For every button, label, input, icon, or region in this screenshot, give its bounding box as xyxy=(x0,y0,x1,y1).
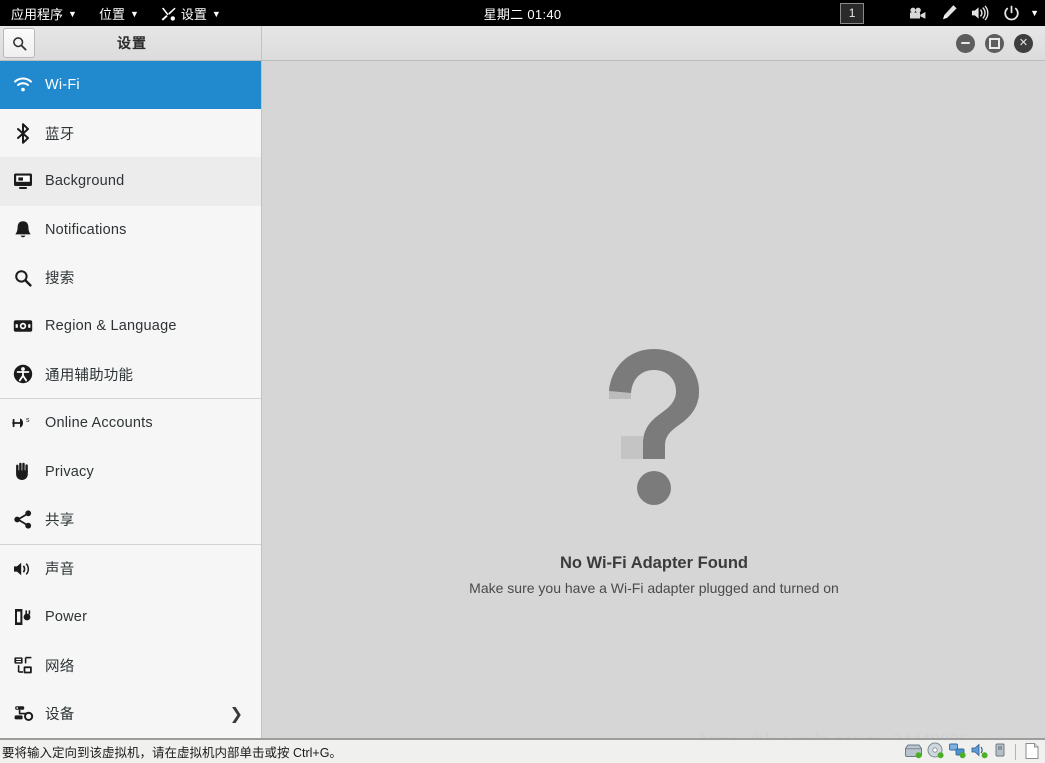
power-plug-icon xyxy=(10,606,36,628)
sidebar-item-power[interactable]: Power xyxy=(0,593,261,641)
network-icon[interactable] xyxy=(948,742,967,762)
places-menu[interactable]: 位置 ▼ xyxy=(88,0,150,26)
minimize-button[interactable] xyxy=(956,33,975,53)
sidebar-item-search[interactable]: 搜索 xyxy=(0,254,261,302)
sidebar-item-bluetooth[interactable]: 蓝牙 xyxy=(0,109,261,157)
sidebar-item-label: Power xyxy=(45,609,88,626)
chevron-right-icon: ❯ xyxy=(229,705,243,723)
empty-state-subtitle: Make sure you have a Wi-Fi adapter plugg… xyxy=(469,580,839,596)
power-icon[interactable] xyxy=(1002,4,1020,22)
empty-state: No Wi-Fi Adapter Found Make sure you hav… xyxy=(263,341,1045,596)
sidebar-item-notifications[interactable]: Notifications xyxy=(0,206,261,254)
applications-menu-label: 应用程序 xyxy=(11,6,64,22)
gnome-top-panel: 应用程序 ▼ 位置 ▼ 设置 ▼ 星期二 01:40 1 ▼ xyxy=(0,0,1045,26)
window-controls: ✕ xyxy=(956,26,1033,60)
sidebar-item-label: Background xyxy=(45,173,125,190)
sidebar-item-universal-access[interactable]: 通用辅助功能 xyxy=(0,350,261,398)
tray-separator xyxy=(1015,744,1016,760)
sidebar-item-label: 网络 xyxy=(45,658,75,675)
sidebar-item-devices[interactable]: 设备 ❯ xyxy=(0,689,261,737)
wifi-icon xyxy=(10,74,36,96)
sidebar-item-label: Privacy xyxy=(45,463,94,480)
sidebar-item-label: Wi-Fi xyxy=(45,77,80,94)
wifi-panel-content: No Wi-Fi Adapter Found Make sure you hav… xyxy=(263,61,1045,739)
cd-dvd-icon[interactable] xyxy=(926,742,945,762)
close-button[interactable]: ✕ xyxy=(1014,33,1033,53)
privacy-hand-icon xyxy=(10,461,36,483)
window-titlebar: 设置 ✕ xyxy=(0,26,1045,61)
desktop-screen: 应用程序 ▼ 位置 ▼ 设置 ▼ 星期二 01:40 1 ▼ 设置 ✕ Wi-F… xyxy=(0,0,1045,763)
harddisk-icon[interactable] xyxy=(904,742,923,762)
vm-status-bar: 要将输入定向到该虚拟机，请在虚拟机内部单击或按 Ctrl+G。 xyxy=(0,739,1045,763)
sound-icon[interactable] xyxy=(970,742,989,762)
sidebar-item-label: 通用辅助功能 xyxy=(45,367,134,384)
sidebar-item-label: 搜索 xyxy=(45,271,75,288)
vm-device-tray xyxy=(904,741,1041,763)
settings-window: 设置 ✕ Wi-Fi 蓝牙 Background Notifications 搜… xyxy=(0,26,1045,739)
sidebar-item-sharing[interactable]: 共享 xyxy=(0,496,261,544)
titlebar-sidebar-part: 设置 xyxy=(0,26,262,60)
search-icon xyxy=(12,36,27,51)
chevron-down-icon: ▼ xyxy=(129,8,139,19)
sidebar-item-label: 共享 xyxy=(45,513,75,530)
sidebar-item-privacy[interactable]: Privacy xyxy=(0,448,261,496)
maximize-button[interactable] xyxy=(985,33,1004,53)
sidebar-item-network[interactable]: 网络 xyxy=(0,641,261,689)
sidebar-item-label: Region & Language xyxy=(45,318,177,335)
sidebar-item-background[interactable]: Background xyxy=(0,157,261,206)
places-menu-label: 位置 xyxy=(98,6,125,22)
usb-icon[interactable] xyxy=(992,742,1008,762)
empty-state-title: No Wi-Fi Adapter Found xyxy=(559,554,749,572)
sidebar-item-online-accounts[interactable]: s Online Accounts xyxy=(0,399,261,447)
network-icon xyxy=(10,654,36,676)
sharing-icon xyxy=(10,509,36,531)
search-button[interactable] xyxy=(3,28,35,58)
sidebar-item-label: 设备 xyxy=(45,707,75,724)
search-icon xyxy=(10,267,36,289)
page-title: 设置 xyxy=(117,35,147,51)
bluetooth-icon xyxy=(10,122,36,144)
chevron-down-icon: ▼ xyxy=(211,8,221,19)
tools-icon xyxy=(161,7,176,21)
settings-menu-label: 设置 xyxy=(180,6,207,22)
sidebar-item-label: 蓝牙 xyxy=(45,126,75,143)
sidebar-item-region-language[interactable]: Region & Language xyxy=(0,302,261,350)
region-language-icon xyxy=(10,315,36,337)
sound-icon xyxy=(10,558,36,580)
question-mark-icon xyxy=(569,341,739,526)
sidebar-item-label: 声音 xyxy=(45,562,75,579)
svg-text:s: s xyxy=(26,417,30,424)
workspace-indicator[interactable]: 1 xyxy=(840,2,865,24)
sidebar-item-wifi[interactable]: Wi-Fi xyxy=(0,61,261,110)
devices-icon xyxy=(10,703,36,725)
settings-menu[interactable]: 设置 ▼ xyxy=(150,0,232,26)
bell-icon xyxy=(10,219,36,241)
sidebar-item-sound[interactable]: 声音 xyxy=(0,545,261,593)
video-camera-icon[interactable] xyxy=(909,4,927,22)
applications-menu[interactable]: 应用程序 ▼ xyxy=(0,0,88,26)
background-icon xyxy=(10,170,36,192)
chevron-down-icon: ▼ xyxy=(68,8,77,19)
accessibility-icon xyxy=(10,363,36,385)
vm-status-message: 要将输入定向到该虚拟机，请在虚拟机内部单击或按 Ctrl+G。 xyxy=(2,746,342,760)
online-accounts-icon: s xyxy=(10,412,36,434)
chevron-down-icon[interactable]: ▼ xyxy=(1030,8,1039,18)
settings-sidebar[interactable]: Wi-Fi 蓝牙 Background Notifications 搜索 Reg… xyxy=(0,61,262,739)
sidebar-item-label: Online Accounts xyxy=(45,415,153,432)
document-icon[interactable] xyxy=(1023,742,1041,763)
pen-icon[interactable] xyxy=(940,4,958,22)
sidebar-item-label: Notifications xyxy=(45,221,127,238)
top-panel-tray: 1 ▼ xyxy=(840,0,1039,26)
volume-icon[interactable] xyxy=(971,4,989,22)
